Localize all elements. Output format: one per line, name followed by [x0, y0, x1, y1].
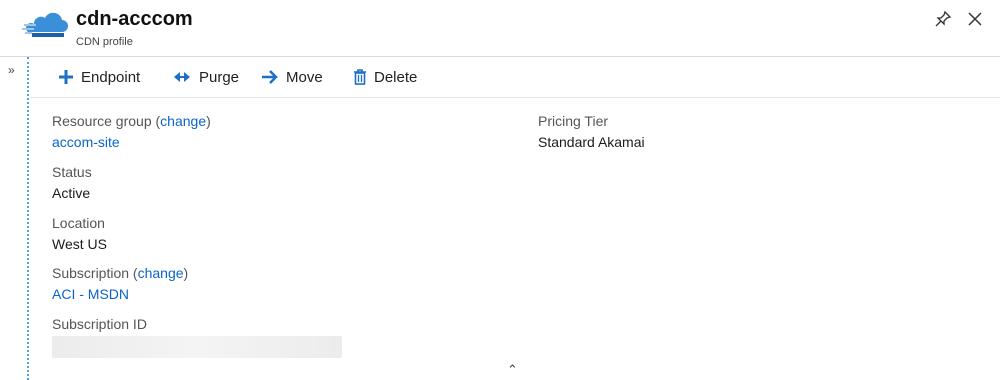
endpoint-button[interactable]: Endpoint	[58, 57, 140, 97]
arrow-right-icon	[262, 70, 278, 84]
purge-label: Purge	[199, 68, 240, 86]
purge-button[interactable]: Purge	[172, 57, 239, 97]
pricing-tier-value: Standard Akamai	[538, 134, 645, 150]
move-button[interactable]: Move	[261, 57, 323, 97]
resource-group-label: Resource group (change)	[52, 113, 211, 129]
command-bar: Endpoint Purge Move Delete	[30, 57, 1000, 98]
subscription-label: Subscription (change)	[52, 265, 189, 281]
location-value: West US	[52, 236, 107, 252]
cdn-cloud-icon	[22, 12, 68, 37]
resource-group-value-link[interactable]: accom-site	[52, 134, 120, 150]
collapse-chevron-icon[interactable]: ⌃	[507, 362, 518, 378]
close-icon[interactable]	[966, 10, 984, 28]
move-label: Move	[286, 68, 323, 86]
trash-icon	[354, 69, 366, 85]
status-label: Status	[52, 164, 92, 180]
location-label: Location	[52, 215, 105, 231]
page-subtitle: CDN profile	[76, 36, 133, 48]
endpoint-label: Endpoint	[81, 68, 141, 86]
subscription-id-redacted	[52, 336, 342, 358]
page-title: cdn-acccom	[76, 8, 193, 30]
resource-group-change-link[interactable]: change	[160, 113, 206, 129]
subscription-change-link[interactable]: change	[138, 265, 184, 281]
purge-icon	[174, 72, 190, 82]
status-value: Active	[52, 185, 91, 201]
plus-icon	[59, 70, 73, 84]
subscription-id-label: Subscription ID	[52, 316, 147, 332]
expand-chevron-icon[interactable]: »	[8, 63, 15, 77]
pricing-tier-label: Pricing Tier	[538, 113, 609, 129]
pin-icon[interactable]	[934, 10, 952, 28]
blade-header: cdn-acccom CDN profile	[0, 0, 1000, 57]
subscription-value-link[interactable]: ACI - MSDN	[52, 286, 129, 302]
collapsed-sidebar: »	[0, 57, 29, 380]
delete-label: Delete	[374, 68, 418, 86]
delete-button[interactable]: Delete	[353, 57, 417, 97]
